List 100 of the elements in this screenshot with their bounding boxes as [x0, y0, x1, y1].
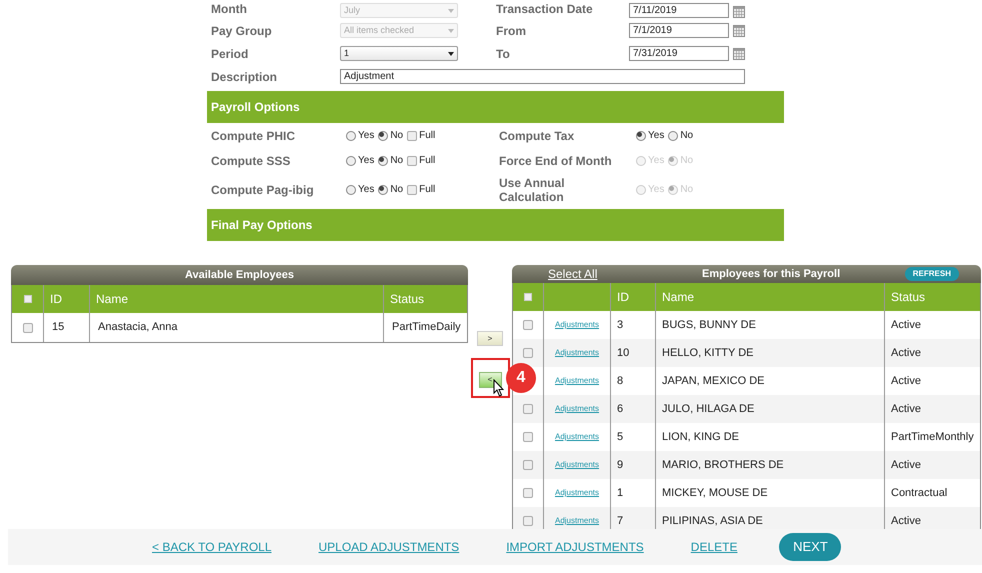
footer-link[interactable]: UPLOAD ADJUSTMENTS — [318, 538, 460, 556]
option-label: Full — [419, 154, 436, 168]
option-label: Yes — [648, 129, 664, 143]
section-title: Payroll Options — [211, 99, 300, 116]
table-cell-text: PartTimeMonthly — [891, 430, 974, 445]
option-label: Use Annual Calculation — [499, 176, 566, 204]
table-cell-text: Active — [891, 318, 921, 333]
column-header: Name — [662, 289, 694, 306]
footer-link[interactable]: IMPORT ADJUSTMENTS — [506, 538, 644, 556]
adjustments-link[interactable]: Adjustments — [554, 459, 600, 471]
table-cell-text: MARIO, BROTHERS DE — [662, 458, 784, 473]
adjustments-link[interactable]: Adjustments — [554, 487, 600, 499]
checkbox[interactable] — [407, 130, 418, 140]
option-label: Compute PHIC — [210, 128, 296, 144]
table-cell-text: Active — [891, 458, 921, 473]
row-checkbox[interactable] — [523, 404, 533, 414]
option-label: Yes — [358, 183, 374, 197]
adjustments-link[interactable]: Adjustments — [554, 347, 600, 359]
table-cell-text: Active — [891, 346, 921, 361]
radio-button[interactable] — [378, 130, 388, 140]
row-checkbox[interactable] — [523, 348, 533, 358]
caret-icon — [448, 52, 454, 56]
select-all-checkbox[interactable] — [524, 293, 532, 301]
table-cell-text: BUGS, BUNNY DE — [662, 318, 756, 333]
option-label: Force End of Month — [499, 154, 613, 168]
column-header: Status — [891, 289, 926, 306]
checkbox[interactable] — [407, 156, 418, 166]
refresh-button[interactable]: REFRESH — [904, 267, 959, 281]
option-label: Compute SSS — [210, 152, 292, 170]
option-label: Full — [419, 129, 436, 143]
table-cell-text: HELLO, KITTY DE — [662, 346, 754, 361]
option-label: Yes — [358, 129, 374, 143]
radio-button[interactable] — [668, 130, 678, 140]
select-field: All items checked — [340, 23, 458, 38]
adjustments-link[interactable]: Adjustments — [554, 431, 600, 443]
move-right-button[interactable]: > — [477, 331, 503, 346]
table-cell-text: MICKEY, MOUSE DE — [662, 486, 768, 501]
table-cell-text: 15 — [52, 320, 64, 336]
select-field[interactable]: 1 — [340, 46, 458, 61]
radio-button[interactable] — [378, 156, 388, 166]
table-cell-text: JAPAN, MEXICO DE — [662, 374, 764, 389]
row-checkbox[interactable] — [523, 460, 533, 470]
footer-link[interactable]: DELETE — [690, 538, 738, 556]
cursor-icon — [493, 379, 505, 397]
option-label: Compute Pag-ibig — [210, 182, 315, 198]
section-title: Final Pay Options — [211, 217, 312, 234]
field-label: Description — [210, 68, 278, 86]
table-cell-text: 7 — [617, 514, 624, 529]
radio-button[interactable] — [378, 184, 388, 194]
table-title: Available Employees — [184, 268, 294, 283]
radio-button[interactable] — [346, 184, 356, 194]
field-label: Transaction Date — [496, 1, 594, 18]
table-cell-text: Active — [891, 402, 921, 417]
table-cell-text: 9 — [617, 458, 624, 473]
next-button[interactable]: NEXT — [779, 533, 842, 561]
date-field[interactable]: 7/31/2019 — [629, 46, 729, 61]
adjustments-link[interactable]: Adjustments — [554, 515, 600, 527]
column-header: Status — [390, 291, 424, 308]
select-field: July — [340, 3, 458, 18]
table-cell-text: PartTimeDaily — [392, 320, 461, 336]
adjustments-link[interactable]: Adjustments — [554, 375, 600, 387]
row-checkbox[interactable] — [523, 320, 533, 330]
table-cell-text: Active — [891, 374, 921, 389]
calendar-icon[interactable] — [733, 48, 745, 60]
row-checkbox[interactable] — [523, 432, 533, 442]
field-label: Month — [210, 1, 248, 18]
table-cell-text: 1 — [617, 486, 624, 501]
checkbox[interactable] — [407, 184, 418, 194]
adjustments-link[interactable]: Adjustments — [554, 319, 600, 331]
radio-button[interactable] — [636, 130, 646, 140]
radio-button[interactable] — [346, 156, 356, 166]
field-label: Period — [210, 46, 250, 62]
row-checkbox[interactable] — [22, 322, 32, 332]
table-title: Employees for this Payroll — [702, 266, 840, 282]
table-cell-text: Anastacia, Anna — [98, 320, 178, 336]
row-checkbox[interactable] — [523, 516, 533, 526]
row-checkbox[interactable] — [523, 488, 533, 498]
text-field[interactable]: Adjustment — [340, 69, 745, 84]
option-label: Compute Tax — [499, 128, 576, 142]
column-header: ID — [50, 291, 62, 308]
table-cell-text: 3 — [617, 318, 624, 333]
calendar-icon[interactable] — [733, 6, 745, 18]
field-label: From — [496, 22, 527, 40]
caret-icon — [448, 28, 454, 32]
option-label: No — [390, 129, 404, 143]
select-all-checkbox[interactable] — [24, 295, 32, 303]
radio-button[interactable] — [346, 130, 356, 140]
option-label: Yes — [358, 154, 374, 168]
option-label: Full — [419, 183, 436, 197]
adjustments-link[interactable]: Adjustments — [554, 403, 600, 415]
table-cell-text: 6 — [617, 402, 624, 417]
select-all-link[interactable]: Select All — [548, 265, 598, 283]
footer-link[interactable]: < BACK TO PAYROLL — [152, 538, 272, 556]
field-label: To — [496, 46, 511, 62]
column-header: Name — [96, 291, 128, 308]
column-header: ID — [617, 289, 629, 306]
calendar-icon[interactable] — [733, 24, 745, 36]
table-cell-text: 8 — [617, 374, 624, 389]
table-cell-text: LION, KING DE — [662, 430, 740, 445]
table-cell-text: Contractual — [891, 486, 948, 501]
